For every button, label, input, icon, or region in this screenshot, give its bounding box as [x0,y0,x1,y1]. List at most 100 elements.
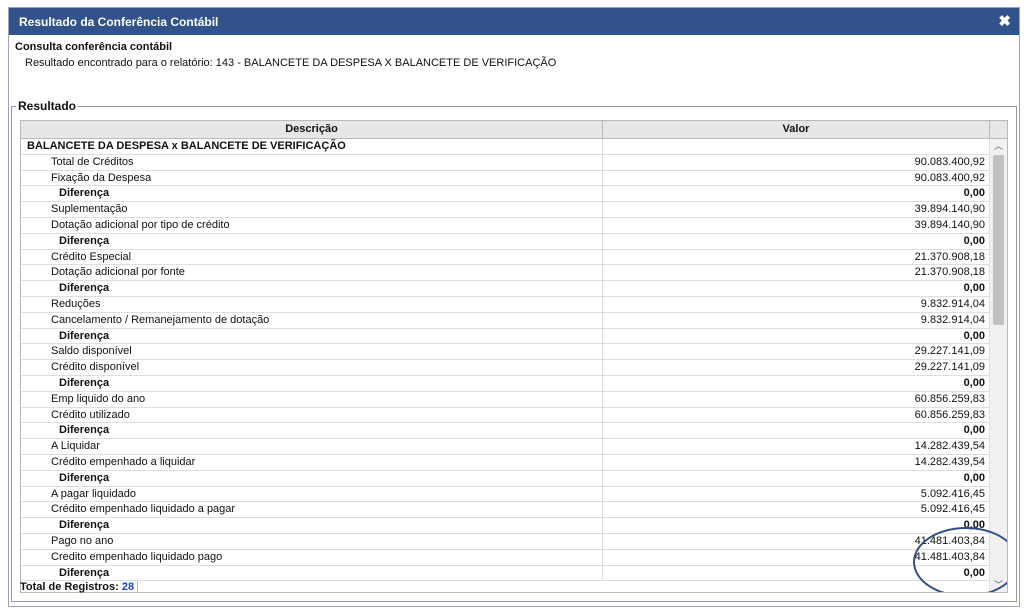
table-row[interactable]: Dotação adicional por fonte 21.370.908,18 [21,265,989,282]
cell-valor: 90.083.400,92 [914,155,985,168]
cell-valor: 0,00 [963,519,985,532]
cell-descricao: Crédito empenhado liquidado a pagar [21,502,603,518]
cell-valor: 0,00 [963,282,985,295]
chevron-up-icon[interactable]: ︿ [990,139,1007,153]
cell-descricao: Diferença [21,518,603,533]
table-row[interactable]: Emp liquido do ano 60.856.259,83 [21,391,989,408]
table-row[interactable]: Fixação da Despesa 90.083.400,92 [21,170,989,187]
table-row[interactable]: A pagar liquidado 5.092.416,45 [21,486,989,503]
cell-descricao: Diferença [21,423,603,439]
table-row[interactable]: A Liquidar 14.282.439,54 [21,439,989,455]
cell-valor: 41.481.403,84 [914,550,985,563]
table-diff-row[interactable]: Diferença 0,00 [21,233,989,250]
vertical-scrollbar[interactable]: ︿ ﹀ [989,139,1007,592]
cell-descricao: Crédito disponível [21,360,603,375]
chevron-down-icon[interactable]: ﹀ [990,578,1007,592]
cell-descricao: Credito empenhado liquidado pago [21,549,603,565]
cell-valor: 41.481.403,84 [914,534,985,547]
dialog-title: Resultado da Conferência Contábil [19,14,219,29]
table-group-row[interactable]: BALANCETE DA DESPESA x BALANCETE DE VERI… [21,139,989,155]
cell-valor [603,139,989,154]
grid-body: BALANCETE DA DESPESA x BALANCETE DE VERI… [21,139,989,582]
cell-descricao: Crédito empenhado a liquidar [21,454,603,470]
cell-valor: 39.894.140,90 [914,203,985,216]
result-legend: Resultado [18,99,77,113]
cell-descricao: Saldo disponível [21,344,603,360]
cell-descricao: Cancelamento / Remanejamento de dotação [21,312,603,328]
cell-valor: 14.282.439,54 [914,455,985,468]
table-diff-row[interactable]: Diferença 0,00 [21,281,989,297]
cell-valor: 9.832.914,04 [920,313,985,326]
grid-footer: Total de Registros: 28 [20,580,139,595]
cell-valor: 60.856.259,83 [914,408,985,421]
table-diff-row[interactable]: Diferença 0,00 [21,186,989,203]
total-records-count: 28 [121,581,139,593]
cell-descricao: Diferença [21,233,603,249]
table-row[interactable]: Reduções 9.832.914,04 [21,296,989,313]
cell-valor: 14.282.439,54 [914,440,985,453]
cell-valor: 0,00 [963,376,985,389]
table-row[interactable]: Cancelamento / Remanejamento de dotação 9… [21,312,989,329]
table-row[interactable]: Credito empenhado liquidado pago 41.481.4… [21,549,989,566]
cell-descricao: Pago no ano [21,533,603,549]
cell-valor: 21.370.908,18 [914,250,985,263]
info-heading: Consulta conferência contábil [15,41,173,53]
table-row[interactable]: Total de Créditos 90.083.400,92 [21,154,989,171]
cell-valor: 5.092.416,45 [920,503,985,516]
cell-descricao: Diferença [21,328,603,344]
cell-descricao: A pagar liquidado [21,486,603,502]
cell-valor: 0,00 [963,329,985,342]
cell-descricao: Diferença [21,565,603,581]
close-icon[interactable]: ✖ [998,14,1011,29]
cell-descricao: BALANCETE DA DESPESA x BALANCETE DE VERI… [21,139,603,154]
cell-valor: 0,00 [963,424,985,437]
table-row[interactable]: Suplementação 39.894.140,90 [21,202,989,218]
table-diff-row[interactable]: Diferença 0,00 [21,328,989,345]
table-row[interactable]: Crédito Especial 21.370.908,18 [21,249,989,266]
column-header-descricao[interactable]: Descrição [21,121,603,138]
column-header-valor[interactable]: Valor [603,121,990,138]
cell-descricao: Dotação adicional por tipo de crédito [21,217,603,233]
header-corner [990,121,1007,138]
result-dialog: Resultado da Conferência Contábil ✖ Cons… [8,7,1020,607]
total-records-label: Total de Registros: [20,581,119,593]
cell-valor: 5.092.416,45 [920,487,985,500]
cell-descricao: Reduções [21,296,603,312]
cell-valor: 0,00 [963,566,985,579]
cell-descricao: Diferença [21,470,603,486]
table-row[interactable]: Crédito disponível 29.227.141,09 [21,360,989,376]
result-grid: Descrição Valor BALANCETE DA DESPESA x B… [20,120,1008,593]
table-diff-row[interactable]: Diferença 0,00 [21,423,989,440]
cell-valor: 9.832.914,04 [920,297,985,310]
table-row[interactable]: Crédito utilizado 60.856.259,83 [21,407,989,424]
table-row[interactable]: Crédito empenhado liquidado a pagar 5.092… [21,502,989,519]
grid-header: Descrição Valor [21,121,1007,139]
cell-descricao: Crédito Especial [21,249,603,265]
table-diff-row[interactable]: Diferença 0,00 [21,375,989,392]
cell-valor: 29.227.141,09 [914,361,985,374]
cell-valor: 29.227.141,09 [914,345,985,358]
result-fieldset: Resultado Descrição Valor BALANCETE DA D… [11,99,1017,602]
cell-descricao: Diferença [21,186,603,202]
info-panel: Consulta conferência contábil Resultado … [9,35,1019,69]
scrollbar-thumb[interactable] [993,155,1004,325]
table-diff-row[interactable]: Diferença 0,00 [21,565,989,582]
cell-descricao: A Liquidar [21,439,603,454]
table-row[interactable]: Saldo disponível 29.227.141,09 [21,344,989,361]
cell-descricao: Dotação adicional por fonte [21,265,603,281]
dialog-titlebar: Resultado da Conferência Contábil ✖ [9,8,1019,35]
cell-valor: 0,00 [963,234,985,247]
cell-valor: 0,00 [963,471,985,484]
table-row[interactable]: Crédito empenhado a liquidar 14.282.439,5… [21,454,989,471]
table-diff-row[interactable]: Diferença 0,00 [21,518,989,534]
cell-valor: 60.856.259,83 [914,392,985,405]
cell-valor: 0,00 [963,187,985,200]
cell-descricao: Fixação da Despesa [21,170,603,186]
cell-descricao: Crédito utilizado [21,407,603,423]
cell-valor: 39.894.140,90 [914,218,985,231]
table-diff-row[interactable]: Diferença 0,00 [21,470,989,487]
cell-descricao: Suplementação [21,202,603,217]
info-subtitle: Resultado encontrado para o relatório: 1… [25,57,557,69]
table-row[interactable]: Dotação adicional por tipo de crédito 39.… [21,217,989,234]
table-row[interactable]: Pago no ano 41.481.403,84 [21,533,989,550]
